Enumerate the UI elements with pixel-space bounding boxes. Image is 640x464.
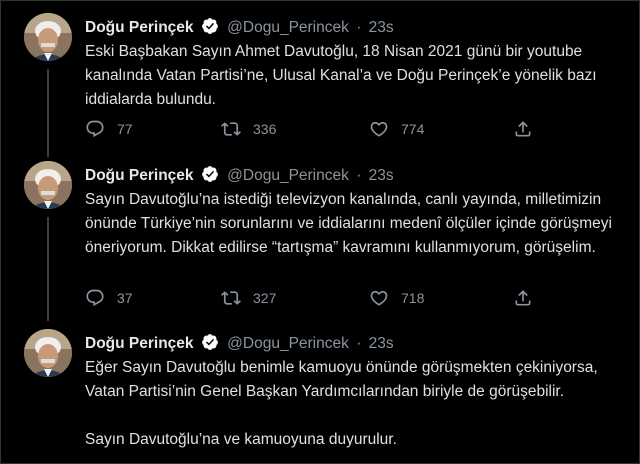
separator-dot: ·: [356, 19, 362, 36]
tweet-body: Sayın Davutoğlu’na istediği televizyon k…: [85, 191, 612, 256]
heart-icon: [370, 290, 388, 306]
reply-button[interactable]: 37: [85, 286, 133, 310]
tweet-header: Doğu Perinçek @Dogu_Perincek · 23s: [85, 333, 394, 357]
timestamp[interactable]: 23s: [369, 335, 394, 352]
tweet-header: Doğu Perinçek @Dogu_Perincek · 23s: [85, 17, 394, 41]
reply-icon: [86, 120, 104, 138]
share-button[interactable]: [513, 117, 533, 141]
avatar[interactable]: [24, 329, 72, 377]
thread-line: [47, 217, 49, 321]
handle[interactable]: @Dogu_Perincek: [227, 335, 349, 352]
tweet-text: Sayın Davutoğlu’na istediği televizyon k…: [85, 188, 633, 260]
retweet-button[interactable]: 336: [221, 117, 276, 141]
display-name[interactable]: Doğu Perinçek: [85, 335, 194, 352]
tweet-thread: Doğu Perinçek @Dogu_Perincek · 23s Eski …: [0, 0, 640, 464]
thread-line: [47, 69, 49, 157]
display-name[interactable]: Doğu Perinçek: [85, 167, 194, 184]
share-icon: [515, 290, 531, 306]
reply-button[interactable]: 77: [85, 117, 133, 141]
retweet-count: 336: [253, 121, 277, 137]
separator-dot: ·: [356, 335, 362, 352]
reply-count: 37: [117, 290, 133, 306]
verified-badge-icon: [201, 165, 219, 189]
tweet-body: Eski Başbakan Sayın Ahmet Davutoğlu, 18 …: [85, 43, 597, 108]
share-icon: [515, 121, 531, 137]
retweet-icon: [221, 291, 241, 305]
timestamp[interactable]: 23s: [369, 19, 394, 36]
reply-icon: [86, 289, 104, 307]
tweet-text: Eğer Sayın Davutoğlu benimle kamuoyu önü…: [85, 356, 633, 452]
like-button[interactable]: 718: [369, 286, 424, 310]
retweet-count: 327: [253, 290, 277, 306]
avatar[interactable]: [24, 161, 72, 209]
tweet-header: Doğu Perinçek @Dogu_Perincek · 23s: [85, 165, 394, 189]
avatar[interactable]: [24, 13, 72, 61]
handle[interactable]: @Dogu_Perincek: [227, 167, 349, 184]
retweet-icon: [221, 122, 241, 136]
verified-badge-icon: [201, 333, 219, 357]
tweet-body: Eğer Sayın Davutoğlu benimle kamuoyu önü…: [85, 359, 598, 448]
handle[interactable]: @Dogu_Perincek: [227, 19, 349, 36]
heart-icon: [370, 121, 388, 137]
verified-badge-icon: [201, 17, 219, 41]
like-count: 774: [401, 121, 425, 137]
reply-count: 77: [117, 121, 133, 137]
timestamp[interactable]: 23s: [369, 167, 394, 184]
display-name[interactable]: Doğu Perinçek: [85, 19, 194, 36]
tweet-text: Eski Başbakan Sayın Ahmet Davutoğlu, 18 …: [85, 40, 633, 112]
retweet-button[interactable]: 327: [221, 286, 276, 310]
separator-dot: ·: [356, 167, 362, 184]
share-button[interactable]: [513, 286, 533, 310]
like-button[interactable]: 774: [369, 117, 424, 141]
like-count: 718: [401, 290, 425, 306]
